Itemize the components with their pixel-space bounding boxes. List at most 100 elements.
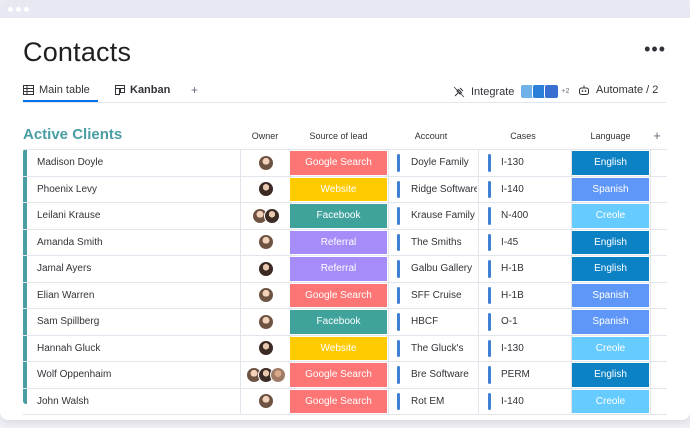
language-status[interactable]: Creole <box>572 204 649 228</box>
more-options-icon[interactable]: ••• <box>644 40 666 58</box>
add-column-button[interactable]: + <box>650 128 664 143</box>
contact-name[interactable]: Amanda Smith <box>37 230 103 256</box>
contact-name[interactable]: Leilani Krause <box>37 203 100 229</box>
avatar <box>258 154 274 171</box>
source-status[interactable]: Referral <box>290 230 387 254</box>
contact-name[interactable]: John Walsh <box>37 389 89 415</box>
table-row[interactable]: Madison Doyle Google Search Doyle Family I-… <box>23 150 667 177</box>
tabs-divider <box>23 102 666 103</box>
integrate-button[interactable]: Integrate +2 <box>453 84 569 99</box>
source-status[interactable]: Facebook <box>290 204 387 228</box>
account-cell[interactable]: The Gluck's <box>411 336 477 362</box>
language-status[interactable]: English <box>572 257 649 281</box>
automate-button[interactable]: Automate / 2 <box>578 84 658 96</box>
owner-cell[interactable] <box>240 203 292 229</box>
source-status[interactable]: Google Search <box>290 389 387 413</box>
contact-name[interactable]: Madison Doyle <box>37 150 103 176</box>
table-row[interactable]: Leilani Krause Facebook Krause Family N-400… <box>23 203 667 230</box>
language-status[interactable]: English <box>572 230 649 254</box>
language-status[interactable]: Spanish <box>572 283 649 307</box>
case-link-bar <box>488 180 491 198</box>
contact-name[interactable]: Hannah Gluck <box>37 336 100 362</box>
owner-cell[interactable] <box>240 256 292 282</box>
account-link-bar <box>397 233 400 251</box>
source-status[interactable]: Website <box>290 177 387 201</box>
robot-icon <box>579 85 589 95</box>
source-status[interactable]: Referral <box>290 257 387 281</box>
table-row[interactable]: Amanda Smith Referral The Smiths I-45 Englis… <box>23 229 667 256</box>
table-row[interactable]: Jamal Ayers Referral Galbu Gallery H-1B Engl… <box>23 256 667 283</box>
owner-cell[interactable] <box>240 229 292 255</box>
account-cell[interactable]: HBCF <box>411 309 477 335</box>
cases-cell[interactable]: PERM <box>501 362 530 388</box>
column-header-language[interactable]: Language <box>572 131 649 141</box>
source-status[interactable]: Facebook <box>290 310 387 334</box>
language-status[interactable]: English <box>572 151 649 175</box>
tab-kanban[interactable]: Kanban <box>115 84 170 96</box>
integrations-more-count: +2 <box>561 88 570 95</box>
column-divider <box>478 229 479 255</box>
cases-cell[interactable]: I-140 <box>501 389 524 415</box>
account-cell[interactable]: Ridge Software <box>411 177 477 203</box>
owner-cell[interactable] <box>240 176 292 202</box>
owner-cell[interactable] <box>240 150 292 176</box>
owner-cell[interactable] <box>240 335 292 361</box>
table-row[interactable]: John Walsh Google Search Rot EM I-140 Creole <box>23 388 667 415</box>
table-row[interactable]: Wolf Oppenhaim Google Search Bre Software P… <box>23 362 667 389</box>
source-status[interactable]: Google Search <box>290 151 387 175</box>
column-header-owner[interactable]: Owner <box>240 131 290 141</box>
account-link-bar <box>397 366 400 384</box>
cases-cell[interactable]: H-1B <box>501 283 524 309</box>
account-cell[interactable]: Krause Family <box>411 203 477 229</box>
contact-name[interactable]: Sam Spillberg <box>37 309 99 335</box>
column-header-account[interactable]: Account <box>395 131 467 141</box>
column-header-cases[interactable]: Cases <box>487 131 559 141</box>
language-status[interactable]: Creole <box>572 389 649 413</box>
account-cell[interactable]: Bre Software <box>411 362 477 388</box>
cases-cell[interactable]: I-45 <box>501 230 518 256</box>
add-view-button[interactable]: + <box>191 83 198 97</box>
column-header-source[interactable]: Source of lead <box>290 131 387 141</box>
table-row[interactable]: Hannah Gluck Website The Gluck's I-130 Creol… <box>23 335 667 362</box>
cases-cell[interactable]: I-140 <box>501 177 524 203</box>
cases-cell[interactable]: N-400 <box>501 203 528 229</box>
owner-cell[interactable] <box>240 362 292 388</box>
contact-name[interactable]: Phoenix Levy <box>37 177 97 203</box>
table-row[interactable]: Elian Warren Google Search SFF Cruise H-1B S… <box>23 282 667 309</box>
account-link-bar <box>397 154 400 172</box>
source-status[interactable]: Website <box>290 336 387 360</box>
table-row[interactable]: Sam Spillberg Facebook HBCF O-1 Spanish <box>23 309 667 336</box>
avatar <box>258 393 274 410</box>
language-status[interactable]: Spanish <box>572 177 649 201</box>
tab-main-table[interactable]: Main table <box>23 84 90 96</box>
case-link-bar <box>488 392 491 410</box>
column-divider <box>388 256 389 282</box>
contact-name[interactable]: Jamal Ayers <box>37 256 91 282</box>
language-status[interactable]: Spanish <box>572 310 649 334</box>
avatar <box>258 260 274 277</box>
column-divider <box>388 388 389 414</box>
language-status[interactable]: English <box>572 363 649 387</box>
contact-name[interactable]: Wolf Oppenhaim <box>37 362 111 388</box>
owner-cell[interactable] <box>240 282 292 308</box>
account-cell[interactable]: The Smiths <box>411 230 477 256</box>
column-divider <box>388 362 389 388</box>
cases-cell[interactable]: I-130 <box>501 150 524 176</box>
account-cell[interactable]: Galbu Gallery <box>411 256 477 282</box>
owner-cell[interactable] <box>240 309 292 335</box>
column-divider <box>478 282 479 308</box>
account-cell[interactable]: Rot EM <box>411 389 477 415</box>
cases-cell[interactable]: H-1B <box>501 256 524 282</box>
account-cell[interactable]: SFF Cruise <box>411 283 477 309</box>
owner-cell[interactable] <box>240 388 292 414</box>
group-title[interactable]: Active Clients <box>23 126 122 143</box>
language-status[interactable]: Creole <box>572 336 649 360</box>
account-cell[interactable]: Doyle Family <box>411 150 477 176</box>
cases-cell[interactable]: O-1 <box>501 309 518 335</box>
column-divider <box>388 229 389 255</box>
table-row[interactable]: Phoenix Levy Website Ridge Software I-140 Sp… <box>23 176 667 203</box>
contact-name[interactable]: Elian Warren <box>37 283 94 309</box>
source-status[interactable]: Google Search <box>290 283 387 307</box>
source-status[interactable]: Google Search <box>290 363 387 387</box>
cases-cell[interactable]: I-130 <box>501 336 524 362</box>
